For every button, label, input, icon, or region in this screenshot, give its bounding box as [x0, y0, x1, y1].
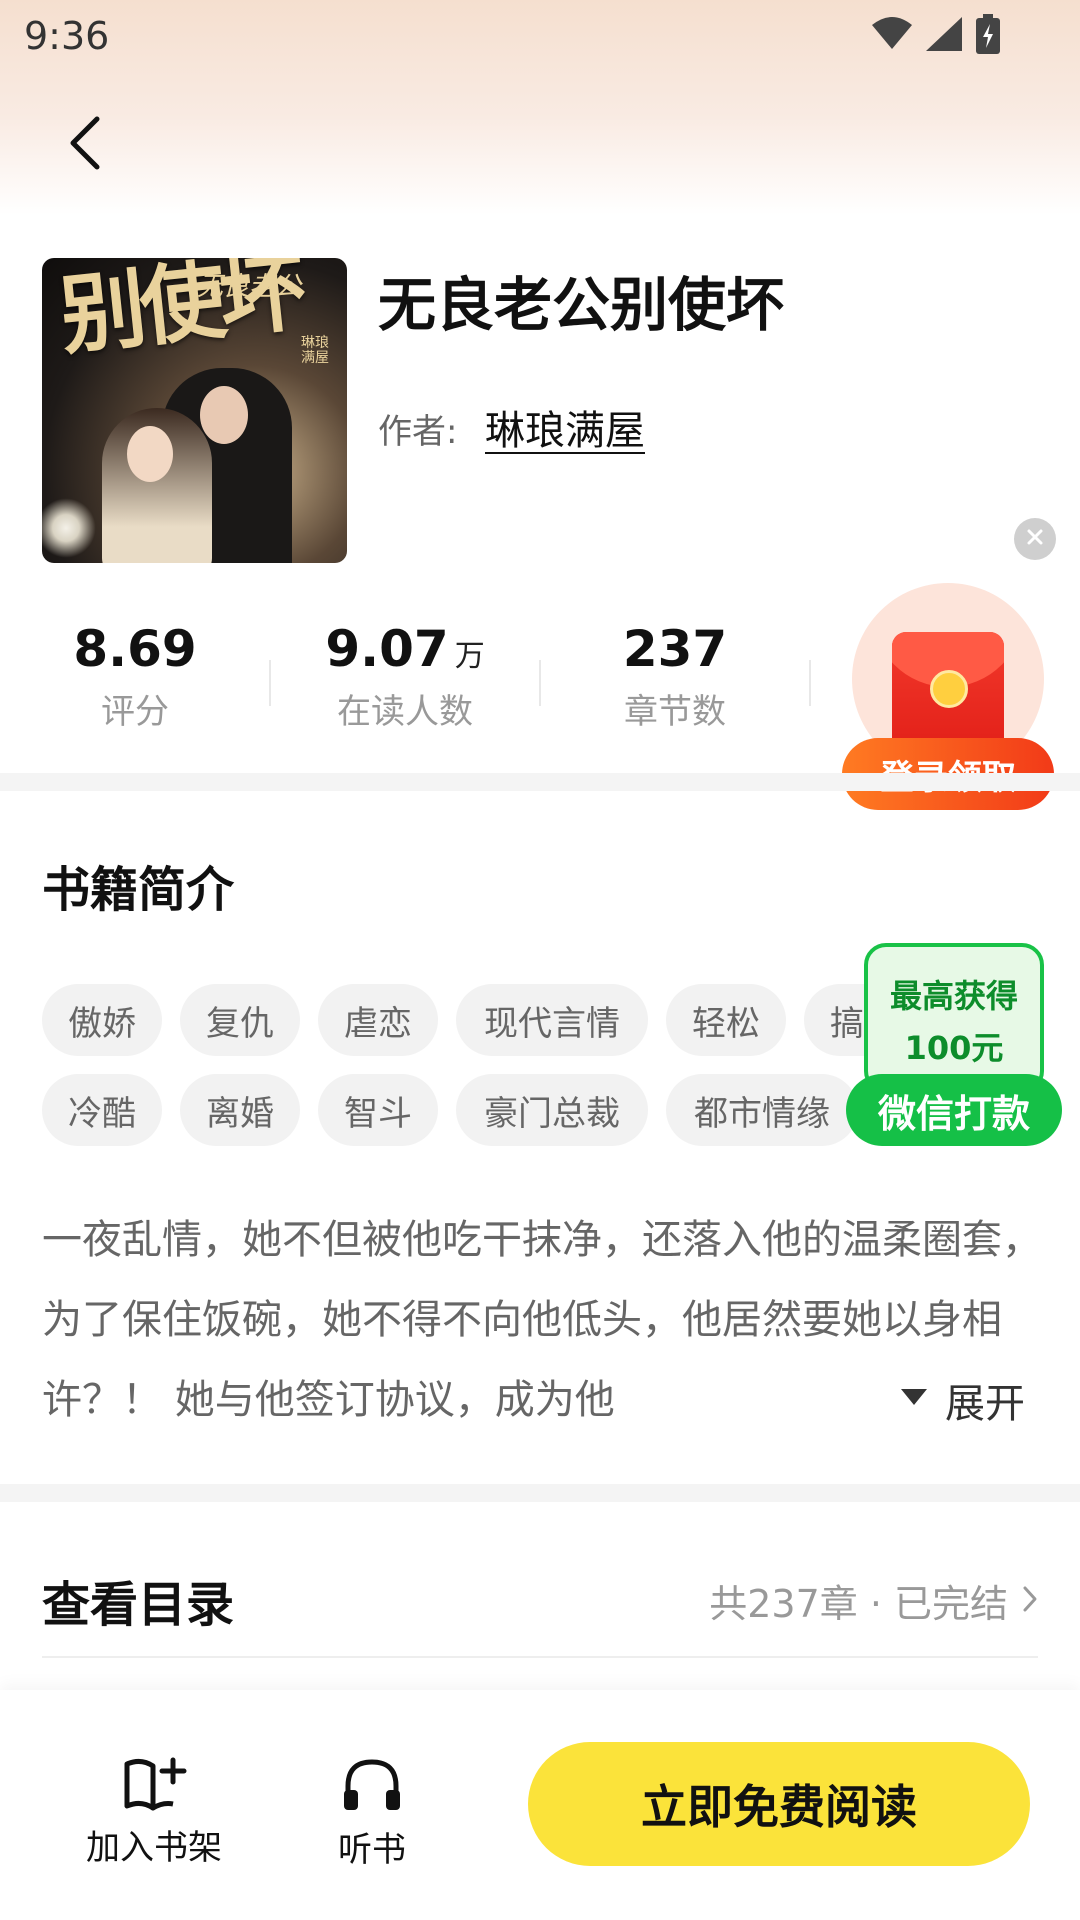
toc-meta: 共237章 · 已完结 [709, 1573, 1038, 1628]
bottom-action-bar: 加入书架 听书 立即免费阅读 [0, 1690, 1080, 1920]
cover-flowers [42, 493, 122, 563]
summary-fade [720, 1360, 900, 1440]
tag-chip[interactable]: 离婚 [180, 1074, 300, 1146]
status-icons [872, 14, 1000, 58]
tag-chip[interactable]: 豪门总裁 [456, 1074, 648, 1146]
stat-value: 8.69 [73, 620, 197, 678]
close-icon [1026, 528, 1044, 550]
expand-label: 展开 [945, 1381, 1025, 1427]
divider [42, 1656, 1038, 1658]
author-link[interactable]: 琳琅满屋 [485, 398, 645, 456]
stat-readers: 9.07 万 在读人数 [270, 620, 540, 733]
triangle-down-icon [901, 1389, 927, 1411]
cover-author-text: 琳琅满屋 [301, 335, 329, 367]
toc-meta-text: 共237章 · 已完结 [709, 1581, 1008, 1626]
add-to-shelf-button[interactable]: 加入书架 [64, 1756, 244, 1869]
tag-chip[interactable]: 虐恋 [318, 984, 438, 1056]
stat-label: 章节数 [624, 692, 726, 732]
book-title: 无良老公别使坏 [378, 271, 785, 339]
add-book-icon [121, 1757, 187, 1816]
add-to-shelf-label: 加入书架 [86, 1828, 222, 1868]
tag-chip[interactable]: 冷酷 [42, 1074, 162, 1146]
wechat-payout-button[interactable]: 微信打款 [846, 1074, 1062, 1146]
back-button[interactable] [50, 100, 120, 190]
battery-icon [976, 14, 1000, 58]
reward-line1: 最高获得 [889, 977, 1018, 1015]
stat-value: 237 [622, 620, 728, 678]
stat-unit: 万 [454, 639, 485, 674]
cover-face [200, 386, 248, 444]
toc-title: 查看目录 [42, 1577, 235, 1633]
chevron-left-icon [67, 115, 103, 175]
headphones-icon [340, 1759, 404, 1818]
tag-chip[interactable]: 智斗 [318, 1074, 438, 1146]
cover-face [127, 426, 173, 482]
tag-chip[interactable]: 现代言情 [456, 984, 648, 1056]
wifi-icon [872, 17, 912, 55]
stat-value: 9.07 万 [325, 620, 485, 678]
stat-label: 评分 [101, 692, 169, 732]
listen-label: 听书 [338, 1830, 406, 1870]
status-bar: 9:36 [0, 0, 1080, 70]
tag-chip[interactable]: 轻松 [666, 984, 786, 1056]
section-separator [0, 1484, 1080, 1502]
reward-amount: 100元 [904, 1029, 1004, 1067]
expand-button[interactable]: 展开 [895, 1360, 1025, 1440]
intro-section-title: 书籍简介 [42, 862, 235, 918]
coin-icon [930, 670, 968, 708]
tag-chip[interactable]: 傲娇 [42, 984, 162, 1056]
stat-divider [809, 660, 811, 706]
read-free-button[interactable]: 立即免费阅读 [528, 1742, 1030, 1866]
promo-close-button[interactable] [1014, 518, 1056, 560]
book-cover[interactable]: 别使坏 无良老公 琳琅满屋 [42, 258, 347, 563]
status-time: 9:36 [24, 14, 110, 58]
signal-icon [926, 17, 962, 55]
wechat-reward-promo[interactable]: 最高获得 100元 [864, 943, 1044, 1093]
cover-subtitle-text: 无良老公 [197, 272, 302, 302]
section-separator [0, 773, 1080, 791]
red-envelope-icon [892, 632, 1004, 754]
stat-chapters: 237 章节数 [540, 620, 810, 733]
stat-label: 在读人数 [337, 692, 473, 732]
chevron-right-icon [1022, 1578, 1038, 1622]
table-of-contents-row[interactable]: 查看目录 共237章 · 已完结 [42, 1540, 1038, 1660]
tag-chip[interactable]: 复仇 [180, 984, 300, 1056]
listen-button[interactable]: 听书 [282, 1756, 462, 1871]
stat-rating: 8.69 评分 [0, 620, 270, 733]
author-label: 作者: [378, 412, 458, 452]
tag-chip[interactable]: 都市情缘 [666, 1074, 858, 1146]
